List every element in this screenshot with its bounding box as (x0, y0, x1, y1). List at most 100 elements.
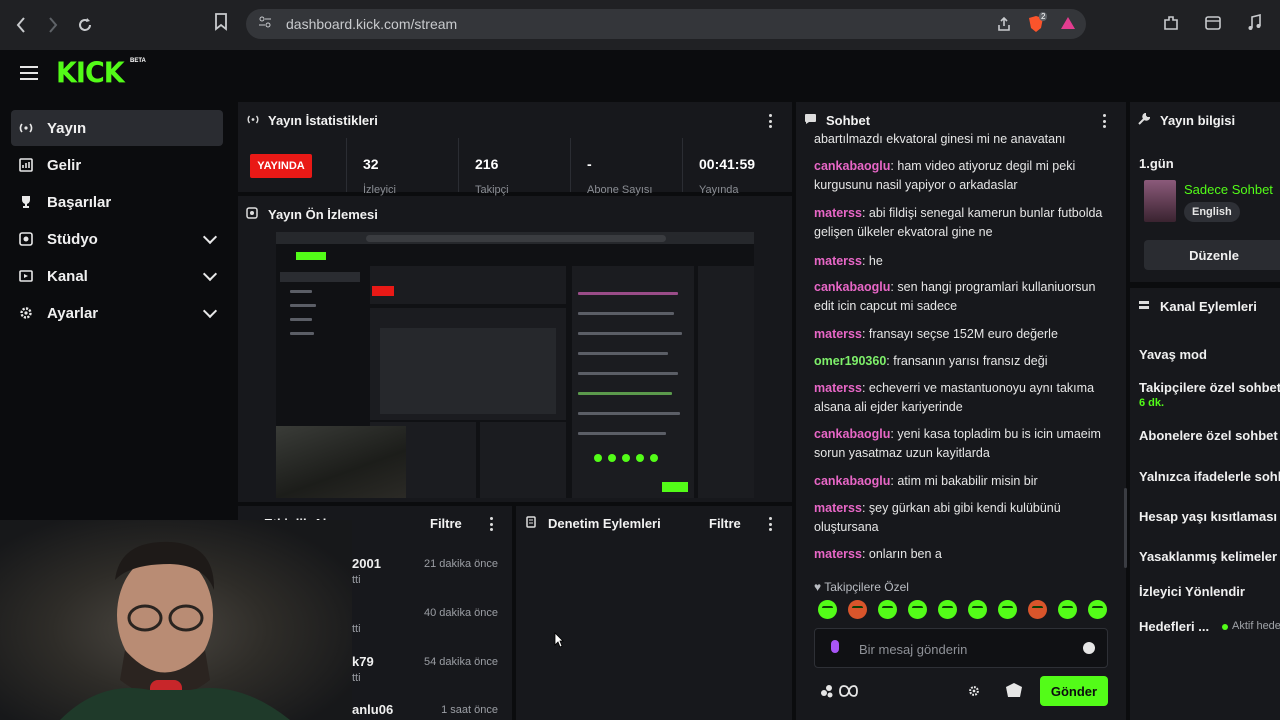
stat-value: 216 (475, 156, 499, 172)
activity-name: anlu06 (352, 702, 394, 717)
stat-label: İzleyici (363, 184, 397, 196)
chat-username[interactable]: materss (814, 206, 862, 220)
goals-status: Aktif hedef (1232, 620, 1280, 632)
panel-title: Denetim Eylemleri (526, 516, 661, 531)
channel-actions-title: Kanal Eylemleri (1160, 299, 1257, 314)
chevron-down-icon[interactable] (202, 229, 218, 245)
filter-button[interactable]: Filtre (430, 516, 462, 531)
filter-button[interactable]: Filtre (709, 516, 741, 531)
bookmark-icon[interactable] (214, 13, 228, 36)
emote-icon[interactable] (968, 600, 987, 619)
chat-input-box[interactable] (814, 628, 1108, 668)
back-icon[interactable] (8, 12, 34, 38)
chat-username[interactable]: cankabaoglu (814, 159, 890, 173)
chat-bubble-icon (804, 113, 818, 128)
emote-icon[interactable] (1028, 600, 1047, 619)
share-icon[interactable] (996, 16, 1012, 37)
sidebar-item-yayin[interactable]: Yayın (11, 110, 223, 146)
chat-username[interactable]: cankabaoglu (814, 474, 890, 488)
channel-icon (18, 268, 34, 284)
chat-username[interactable]: materss (814, 381, 862, 395)
action-subscribers-only[interactable]: Abonelere özel sohbet (1139, 428, 1278, 443)
live-badge: YAYINDA (250, 154, 312, 178)
chat-message: materss: onların ben a (814, 545, 1106, 564)
chevron-down-icon[interactable] (202, 303, 218, 319)
activity-name: 2001 (352, 556, 381, 571)
chat-panel: Sohbet abartılmazdı ekvatoral ginesi mi … (796, 102, 1127, 720)
sidebar-item-ayarlar[interactable]: Ayarlar (11, 295, 223, 331)
chat-message: omer190360: fransanın yarısı fransız değ… (814, 352, 1106, 371)
panel-title: Yayın İstatistikleri (246, 113, 378, 128)
chat-username[interactable]: cankabaoglu (814, 280, 890, 294)
chat-message: cankabaoglu: ham video atiyoruz degil mi… (814, 157, 1106, 195)
chat-title: Sohbet (826, 113, 871, 128)
more-options-icon[interactable] (1102, 114, 1106, 128)
extensions-icon[interactable] (1160, 12, 1182, 34)
brave-rewards-icon[interactable] (1060, 16, 1076, 35)
stat-subscribers: - Abone Sayısı (570, 138, 682, 196)
site-info-icon[interactable] (258, 15, 272, 34)
action-emotes-only[interactable]: Yalnızca ifadelerle sohbet (1139, 469, 1280, 484)
activity-time: 1 saat önce (441, 704, 498, 716)
chat-username[interactable]: materss (814, 254, 862, 268)
sidebar-item-basarilar[interactable]: Başarılar (11, 184, 223, 220)
chat-username[interactable]: omer190360 (814, 354, 886, 368)
category-link[interactable]: Sadece Sohbet (1184, 182, 1273, 197)
chat-username[interactable]: materss (814, 547, 862, 561)
sidebar-item-gelir[interactable]: Gelir (11, 147, 223, 183)
chat-username[interactable]: materss (814, 327, 862, 341)
emote-icon[interactable] (938, 600, 957, 619)
send-button[interactable]: Gönder (1040, 676, 1108, 706)
chat-username[interactable]: materss (814, 501, 862, 515)
forward-icon[interactable] (40, 12, 66, 38)
sidebar-item-kanal[interactable]: Kanal (11, 258, 223, 294)
action-account-age[interactable]: Hesap yaşı kısıtlaması (1139, 509, 1277, 524)
info-title: Yayın bilgisi (1160, 113, 1236, 128)
stat-value: 32 (363, 156, 379, 172)
settings-gear-icon[interactable] (968, 684, 980, 702)
gift-icon[interactable] (1004, 681, 1024, 704)
action-slow-mode[interactable]: Yavaş mod (1139, 347, 1207, 362)
more-options-icon[interactable] (768, 114, 772, 128)
moderation-panel: Denetim Eylemleri Filtre (516, 506, 792, 720)
stat-value: - (587, 156, 592, 172)
stat-followers: 216 Takipçi (458, 138, 570, 196)
chat-input[interactable] (859, 639, 1059, 659)
emoji-icon[interactable] (1083, 642, 1095, 654)
microphone-icon[interactable] (831, 640, 839, 653)
emote-icon[interactable] (998, 600, 1017, 619)
activity-time: 21 dakika önce (424, 558, 498, 570)
action-followers-only[interactable]: Takipçilere özel sohbet (1139, 380, 1280, 395)
address-bar[interactable]: dashboard.kick.com/stream 2 (246, 9, 1086, 39)
chat-messages: abartılmazdı ekvatoral ginesi mi ne anav… (814, 132, 1112, 568)
chat-separator: : (861, 381, 869, 395)
edit-button[interactable]: Düzenle (1144, 240, 1280, 270)
menu-icon[interactable] (20, 66, 38, 80)
sidebar-item-studyo[interactable]: Stüdyo (11, 221, 223, 257)
kick-logo[interactable]: KICK (56, 57, 125, 90)
emote-icon[interactable] (878, 600, 897, 619)
action-raid[interactable]: İzleyici Yönlendir (1139, 584, 1245, 599)
reload-icon[interactable] (72, 12, 98, 38)
chevron-down-icon[interactable] (202, 266, 218, 282)
panel-title: Yayın bilgisi (1138, 112, 1236, 128)
chat-username[interactable]: cankabaoglu (814, 427, 890, 441)
action-goals[interactable]: Hedefleri ... (1139, 619, 1209, 634)
wallet-icon[interactable] (1202, 12, 1224, 34)
emote-icon[interactable] (1058, 600, 1077, 619)
more-options-icon[interactable] (489, 517, 493, 531)
activity-sub: tti (352, 623, 361, 635)
action-banned-words[interactable]: Yasaklanmış kelimeler (1139, 549, 1277, 564)
sidebar-item-label: Kanal (47, 267, 88, 285)
chat-text: he (868, 254, 883, 268)
music-icon[interactable] (1244, 12, 1266, 34)
chat-scrollbar[interactable] (1124, 488, 1127, 568)
emote-icon[interactable] (1088, 600, 1107, 619)
emote-icon[interactable] (818, 600, 837, 619)
more-options-icon[interactable] (768, 517, 772, 531)
community-icon[interactable] (820, 684, 858, 703)
emote-icon[interactable] (908, 600, 927, 619)
chat-text: abartılmazdı ekvatoral ginesi mi ne anav… (814, 132, 1066, 146)
category-thumbnail (1144, 180, 1176, 222)
emote-icon[interactable] (848, 600, 867, 619)
